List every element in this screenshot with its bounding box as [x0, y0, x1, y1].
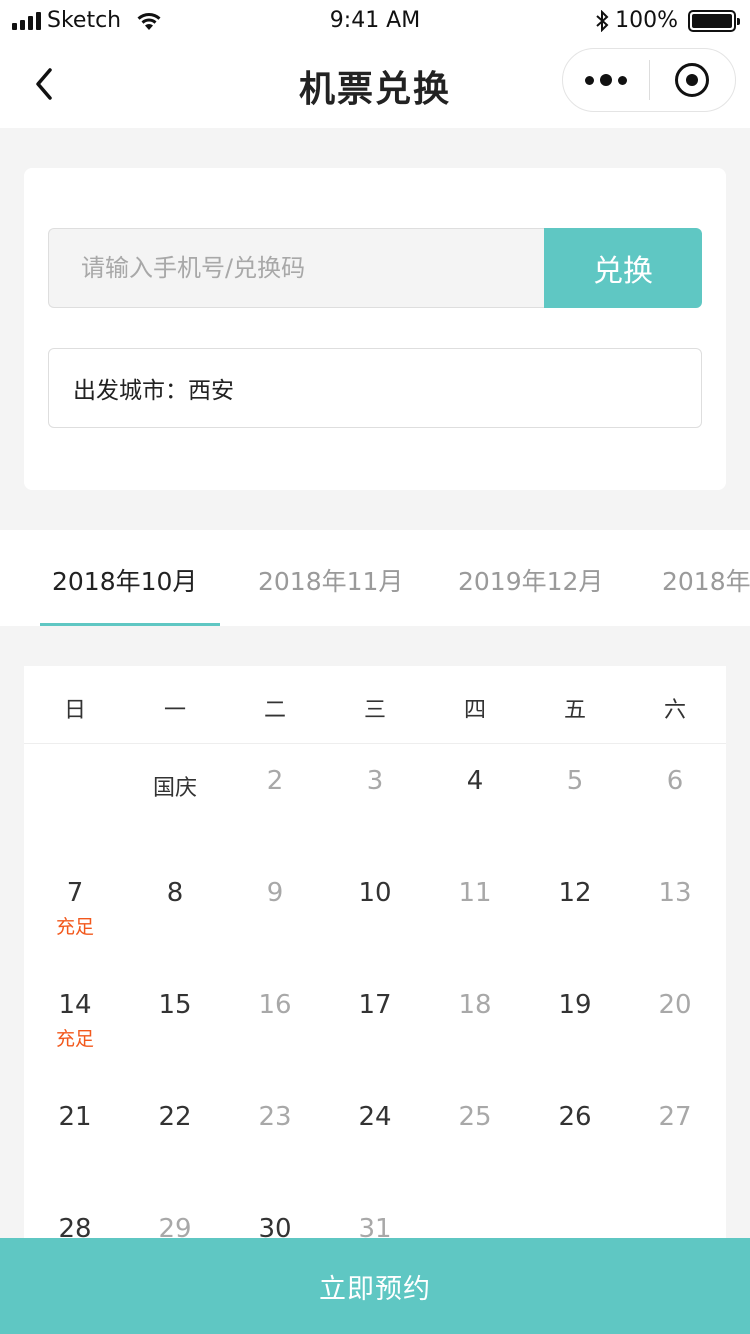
active-tab-indicator	[40, 623, 220, 626]
weekday-label: 六	[663, 698, 686, 723]
calendar-day-number: 19	[558, 990, 592, 1020]
departure-city-label: 出发城市：西安	[73, 378, 234, 404]
calendar-day-number: 9	[266, 878, 284, 908]
tab-month-1[interactable]: 2018年10月	[52, 562, 197, 598]
weekday-label: 二	[263, 698, 286, 723]
nav-bar: 机票兑换	[0, 40, 750, 128]
calendar-day-number: 22	[158, 1102, 192, 1132]
calendar-day-number: 24	[358, 1102, 392, 1132]
calendar-day[interactable]: 18	[425, 968, 525, 1080]
redeem-row: 兑换	[48, 228, 702, 308]
calendar-day[interactable]: 25	[425, 1080, 525, 1192]
departure-city-field[interactable]: 出发城市：西安	[48, 348, 702, 428]
calendar-day-number: 2	[266, 766, 284, 796]
book-now-button[interactable]: 立即预约	[0, 1238, 750, 1334]
calendar-day-number: 6	[666, 766, 684, 796]
calendar-day[interactable]: 3	[325, 744, 425, 856]
weekday-label: 四	[463, 698, 486, 723]
calendar-day-number: 16	[258, 990, 292, 1020]
calendar-day-number: 25	[458, 1102, 492, 1132]
calendar-day-number: 4	[466, 766, 484, 796]
calendar-day[interactable]: 16	[225, 968, 325, 1080]
redeem-button[interactable]: 兑换	[544, 228, 702, 308]
calendar-day[interactable]: 19	[525, 968, 625, 1080]
calendar-day[interactable]: 15	[125, 968, 225, 1080]
calendar-day[interactable]: 8	[125, 856, 225, 968]
calendar-day-number: 17	[358, 990, 392, 1020]
calendar-day-number: 12	[558, 878, 592, 908]
calendar-day[interactable]: 12	[525, 856, 625, 968]
calendar-day[interactable]: 26	[525, 1080, 625, 1192]
calendar-day[interactable]: 27	[625, 1080, 725, 1192]
calendar-day-number: 8	[166, 878, 184, 908]
calendar-day-number: 20	[658, 990, 692, 1020]
calendar-day[interactable]: 22	[125, 1080, 225, 1192]
calendar-day-number: 14	[58, 990, 92, 1020]
calendar-day[interactable]: 11	[425, 856, 525, 968]
calendar-day-number: 3	[366, 766, 384, 796]
calendar-day[interactable]: 10	[325, 856, 425, 968]
calendar-day[interactable]: 23	[225, 1080, 325, 1192]
calendar-day-number: 21	[58, 1102, 92, 1132]
calendar-day-number: 7	[66, 878, 84, 908]
calendar-day-number: 国庆	[152, 776, 197, 801]
calendar-day[interactable]: 13	[625, 856, 725, 968]
calendar-day-number: 23	[258, 1102, 292, 1132]
availability-tag: 充足	[55, 916, 94, 938]
calendar-day-number: 15	[158, 990, 192, 1020]
calendar-day-number: 10	[358, 878, 392, 908]
calendar-day[interactable]: 6	[625, 744, 725, 856]
calendar-day[interactable]: 9	[225, 856, 325, 968]
weekday-header: 日 一 二 三 四 五 六	[24, 666, 726, 744]
calendar-day[interactable]: 20	[625, 968, 725, 1080]
calendar-day-number: 27	[658, 1102, 692, 1132]
weekday-label: 五	[563, 698, 586, 723]
calendar-day-number: 11	[458, 878, 492, 908]
calendar-day[interactable]: 24	[325, 1080, 425, 1192]
calendar-day[interactable]: 5	[525, 744, 625, 856]
more-dots-icon[interactable]	[563, 48, 649, 112]
calendar: 日 一 二 三 四 五 六 国庆 2 3 4 5 6 7 充足 8 9 10 11 12 13 14 充足 15…	[24, 666, 726, 1266]
calendar-day-number: 13	[658, 878, 692, 908]
battery-icon	[688, 9, 740, 32]
calendar-day[interactable]: 4	[425, 744, 525, 856]
calendar-day[interactable]: 17	[325, 968, 425, 1080]
calendar-day[interactable]: 7 充足	[25, 856, 125, 968]
tab-month-4[interactable]: 2018年	[662, 562, 750, 598]
bluetooth-icon	[596, 9, 609, 32]
calendar-day[interactable]: 国庆	[125, 744, 225, 856]
mini-program-capsule	[562, 48, 736, 112]
calendar-day[interactable]: 14 充足	[25, 968, 125, 1080]
tab-month-2[interactable]: 2018年11月	[258, 562, 403, 598]
weekday-label: 日	[63, 698, 86, 723]
status-right: 100%	[595, 8, 740, 33]
calendar-day-number: 18	[458, 990, 492, 1020]
redeem-code-input[interactable]	[48, 228, 544, 308]
calendar-day[interactable]: 21	[25, 1080, 125, 1192]
battery-percent: 100%	[615, 8, 678, 33]
month-tabs: 2018年10月 2018年11月 2019年12月 2018年	[0, 530, 750, 626]
tab-month-3[interactable]: 2019年12月	[458, 562, 603, 598]
weekday-label: 一	[163, 698, 186, 723]
calendar-day[interactable]: 2	[225, 744, 325, 856]
close-target-icon[interactable]	[650, 48, 736, 112]
status-bar: Sketch 9:41 AM 100%	[0, 0, 750, 40]
redeem-card: 兑换 出发城市：西安	[24, 168, 726, 490]
weekday-label: 三	[363, 698, 386, 723]
calendar-day-number: 26	[558, 1102, 592, 1132]
availability-tag: 充足	[55, 1028, 94, 1050]
calendar-day-number: 5	[566, 766, 584, 796]
